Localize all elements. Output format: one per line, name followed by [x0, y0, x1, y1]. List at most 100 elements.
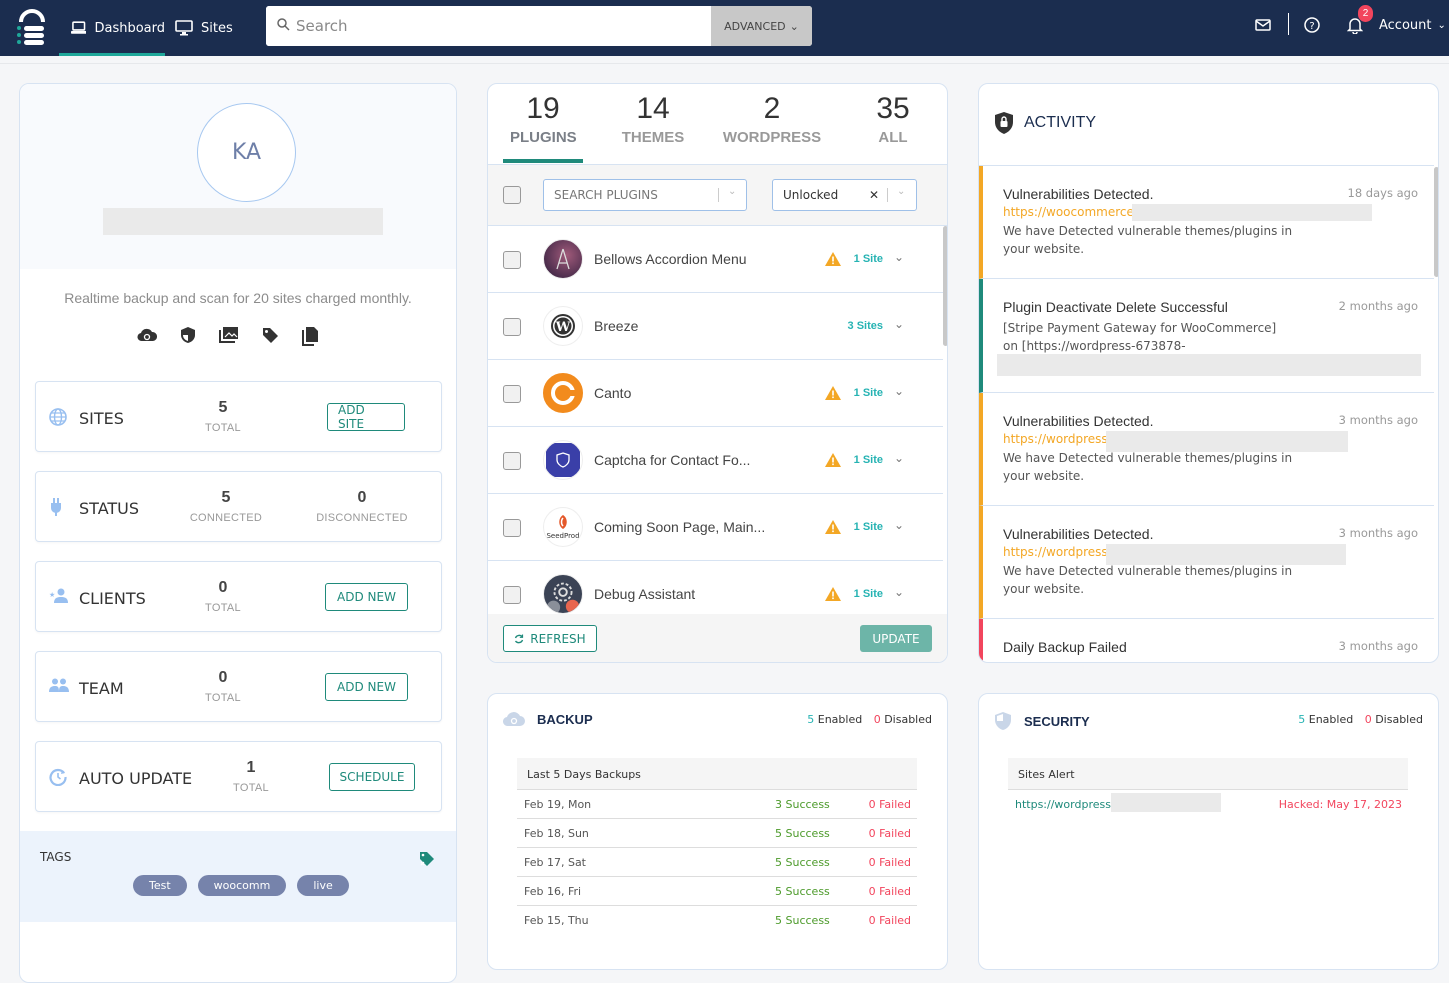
enabled-label: Enabled	[1308, 713, 1354, 726]
plugin-checkbox[interactable]	[503, 586, 521, 604]
plugin-checkbox[interactable]	[503, 251, 521, 269]
svg-text:W: W	[555, 320, 571, 335]
site-count[interactable]: 3 Sites	[848, 320, 883, 332]
bellows-plugin-icon	[543, 239, 583, 279]
chevron-down-icon[interactable]: ⌄	[894, 384, 904, 398]
app-logo[interactable]	[16, 8, 48, 48]
sites-sub: TOTAL	[205, 422, 241, 434]
chevron-down-icon[interactable]: ⌄	[894, 585, 904, 599]
refresh-label: REFRESH	[530, 631, 586, 646]
activity-item[interactable]: Daily Backup Failed 3 months ago	[979, 619, 1434, 662]
chevron-down-icon[interactable]: ⌄	[894, 518, 904, 532]
backup-failed: 0 Failed	[868, 914, 911, 927]
activity-item[interactable]: Vulnerabilities Detected. 3 months ago h…	[979, 506, 1434, 619]
tag-chip[interactable]: Test	[133, 875, 187, 896]
plugin-checkbox[interactable]	[503, 452, 521, 470]
divider	[887, 188, 888, 202]
copy-icon	[302, 327, 318, 346]
activity-item[interactable]: Vulnerabilities Detected. 3 months ago h…	[979, 393, 1434, 506]
tab-label: ALL	[878, 129, 908, 146]
tag-chip[interactable]: live	[297, 875, 349, 896]
backup-title: BACKUP	[537, 711, 593, 727]
schedule-button[interactable]: SCHEDULE	[329, 763, 415, 791]
alert-status: Hacked: May 17, 2023	[1278, 798, 1402, 811]
advanced-search-button[interactable]: ADVANCED ⌄	[711, 6, 812, 46]
update-button[interactable]: UPDATE	[860, 625, 932, 652]
svg-text:?: ?	[1309, 21, 1314, 32]
alert-site-link[interactable]: https://wordpress-	[1015, 798, 1115, 811]
connected-value: 5	[221, 489, 231, 506]
plugin-checkbox[interactable]	[503, 318, 521, 336]
account-label: Account	[1379, 17, 1432, 33]
chevron-down-icon[interactable]: ⌄	[894, 317, 904, 331]
plugin-checkbox[interactable]	[503, 519, 521, 537]
mail-button[interactable]	[1255, 0, 1271, 50]
activity-item-time: 2 months ago	[1338, 299, 1418, 313]
refresh-button[interactable]: REFRESH	[503, 625, 597, 652]
monitor-icon	[175, 20, 193, 36]
plugin-checkbox[interactable]	[503, 385, 521, 403]
help-button[interactable]: ?	[1304, 0, 1320, 50]
add-site-button[interactable]: ADD SITE	[327, 403, 405, 431]
chevron-down-icon[interactable]: ⌄	[894, 250, 904, 264]
team-value: 0	[218, 669, 228, 686]
site-count[interactable]: 1 Site	[854, 454, 883, 466]
tab-wordpress[interactable]: 2 WORDPRESS	[722, 92, 822, 146]
chevron-down-icon[interactable]: ⌄	[894, 451, 904, 465]
plugin-name: Coming Soon Page, Main...	[594, 519, 766, 535]
site-count[interactable]: 1 Site	[854, 521, 883, 533]
plugin-row[interactable]: W Breeze 3 Sites ⌄	[488, 293, 943, 360]
tab-themes[interactable]: 14 THEMES	[620, 92, 686, 146]
activity-list: Vulnerabilities Detected. 18 days ago ht…	[979, 165, 1434, 662]
site-count[interactable]: 1 Site	[854, 253, 883, 265]
auto-update-total: 1 TOTAL	[201, 759, 301, 794]
nav-sites[interactable]: Sites	[175, 0, 233, 56]
sites-alert-header: Sites Alert	[1008, 758, 1408, 790]
site-count[interactable]: 1 Site	[854, 387, 883, 399]
search-plugins-select[interactable]: SEARCH PLUGINS ⌄	[543, 179, 747, 211]
tag-add-icon[interactable]	[419, 851, 435, 867]
activity-item-link[interactable]: https://wordpress-	[1003, 431, 1414, 452]
connected-label: CONNECTED	[189, 512, 263, 524]
activity-item[interactable]: Vulnerabilities Detected. 18 days ago ht…	[979, 166, 1434, 279]
plugin-row[interactable]: Captcha for Contact Fo... 1 Site ⌄	[488, 427, 943, 494]
plugin-filter-bar: SEARCH PLUGINS ⌄ Unlocked ✕ ⌄	[488, 165, 947, 226]
profile-header: KA	[20, 84, 456, 269]
backup-success: 5 Success	[775, 885, 830, 898]
redacted-url	[1106, 544, 1346, 565]
nav-dashboard[interactable]: Dashboard	[59, 0, 165, 56]
plugin-row[interactable]: Debug Assistant 1 Site ⌄	[488, 561, 943, 614]
plugin-list-scrollbar[interactable]	[943, 226, 947, 346]
add-client-button[interactable]: ADD NEW	[325, 583, 408, 611]
backup-status-counts: 5 Enabled 0 Disabled	[807, 713, 932, 726]
enabled-count: 5	[807, 713, 815, 726]
search-input[interactable]	[266, 6, 711, 46]
site-count[interactable]: 1 Site	[854, 588, 883, 600]
add-team-member-button[interactable]: ADD NEW	[325, 673, 408, 701]
lock-filter-select[interactable]: Unlocked ✕ ⌄	[772, 179, 917, 211]
avatar[interactable]: KA	[197, 103, 296, 202]
clear-icon[interactable]: ✕	[869, 188, 879, 202]
backup-row: Feb 15, Thu 5 Success 0 Failed	[517, 906, 917, 935]
activity-scrollbar[interactable]	[1434, 167, 1438, 277]
cloud-sync-icon	[137, 328, 157, 342]
tab-plugins[interactable]: 19 PLUGINS	[510, 92, 577, 146]
activity-item-link[interactable]: https://wordpress-	[1003, 544, 1414, 565]
plugin-row[interactable]: Canto 1 Site ⌄	[488, 360, 943, 427]
activity-item[interactable]: Plugin Deactivate Delete Successful 2 mo…	[979, 279, 1434, 393]
plugin-row[interactable]: SeedProd Coming Soon Page, Main... 1 Sit…	[488, 494, 943, 561]
chevron-down-icon: ⌄	[728, 186, 737, 197]
backup-date: Feb 17, Sat	[524, 856, 586, 869]
backup-success: 3 Success	[775, 798, 830, 811]
tag-chip[interactable]: woocomm	[197, 875, 287, 896]
tab-count: 2	[763, 92, 781, 125]
backup-failed: 0 Failed	[868, 827, 911, 840]
team-stat-card: TEAM 0 TOTAL ADD NEW	[35, 651, 442, 722]
tab-all[interactable]: 35 ALL	[868, 92, 918, 146]
top-navbar: Dashboard Sites ADVANCED ⌄ ? 2 Account ⌄	[0, 0, 1449, 56]
select-all-checkbox[interactable]	[503, 186, 521, 204]
account-menu[interactable]: Account ⌄	[1379, 0, 1446, 50]
help-icon: ?	[1304, 17, 1320, 33]
activity-item-link[interactable]: https://woocommerce-	[1003, 204, 1414, 222]
plugin-row[interactable]: Bellows Accordion Menu 1 Site ⌄	[488, 226, 943, 293]
